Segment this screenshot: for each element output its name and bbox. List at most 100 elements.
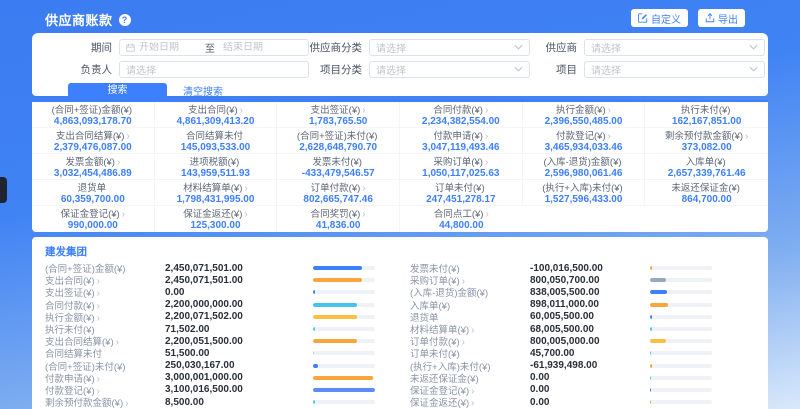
stat-value: 802,665,747.46: [277, 194, 399, 206]
stat-cell: 退货单 60,359,700.00: [32, 180, 155, 206]
stat-value: 2,628,648,790.70: [277, 142, 399, 154]
stat-cell[interactable]: 付款申请(¥)› 3,047,119,493.46: [400, 128, 523, 154]
sidebar-collapse-handle[interactable]: [0, 177, 7, 203]
metric-value: 2,200,071,502.00: [165, 311, 313, 322]
stat-label: 退货单: [32, 183, 154, 194]
stat-cell[interactable]: 合同付款(¥)› 2,234,382,554.00: [400, 102, 523, 128]
metric-value: 8,500.00: [165, 397, 313, 408]
stat-value: 3,047,119,493.46: [400, 142, 522, 154]
group-name-link[interactable]: 建发集团: [45, 244, 87, 258]
chevron-right-icon: ›: [122, 209, 125, 220]
chevron-right-icon: ›: [362, 183, 365, 194]
metric-value: 800,005,000.00: [530, 336, 650, 347]
stat-value: 2,396,550,485.00: [523, 116, 645, 128]
metric-bar: [313, 290, 375, 294]
chevron-right-icon: ›: [485, 105, 488, 116]
stat-label: 订单付款(¥)›: [277, 183, 399, 194]
stat-cell[interactable]: 合同奖罚(¥)› 41,836.00: [277, 206, 400, 232]
stat-label: 保证金返还(¥)›: [155, 209, 277, 220]
metric-bar: [650, 303, 712, 307]
chevron-right-icon: ›: [608, 131, 611, 142]
stat-label: 发票金额(¥)›: [32, 157, 154, 168]
chevron-down-icon: [514, 44, 523, 50]
metric-bar: [313, 400, 375, 404]
chevron-right-icon: ›: [485, 131, 488, 142]
edit-icon: [638, 13, 648, 23]
project-category-label: 项目分类: [309, 62, 369, 77]
stat-cell: 合同结算未付 145,093,533.00: [155, 128, 278, 154]
metric-value: 51,500.00: [165, 348, 313, 359]
chevron-right-icon: ›: [362, 105, 365, 116]
chevron-right-icon: ›: [485, 209, 488, 220]
stat-cell[interactable]: 执行金额(¥)› 2,396,550,485.00: [523, 102, 646, 128]
stat-cell: (入库-退货)金额(¥) 2,596,980,061.46: [523, 154, 646, 180]
stat-cell[interactable]: 支出合同结算(¥)› 2,379,476,087.00: [32, 128, 155, 154]
customize-button[interactable]: 自定义: [631, 9, 688, 27]
metric-value: 3,000,001,000.00: [165, 372, 313, 383]
date-separator: 至: [205, 40, 215, 55]
filter-panel: 期间 至 供应商分类 请选择 供应商 请选择 负责人: [32, 33, 768, 96]
metric-value: 2,200,051,500.00: [165, 336, 313, 347]
project-category-select[interactable]: 请选择: [369, 61, 530, 78]
stat-label: 剩余预付款金额(¥)›: [645, 131, 768, 142]
stat-cell[interactable]: 保证金登记(¥)› 990,000.00: [32, 206, 155, 232]
metric-bar: [313, 339, 375, 343]
project-label: 项目: [530, 62, 584, 77]
supplier-category-select[interactable]: 请选择: [369, 39, 530, 56]
stat-value: 125,300.00: [155, 220, 277, 232]
search-button[interactable]: 搜索: [68, 83, 167, 98]
stat-cell[interactable]: 发票金额(¥)› 3,032,454,486.89: [32, 154, 155, 180]
project-select[interactable]: 请选择: [584, 61, 765, 78]
metric-bar: [650, 339, 712, 343]
metric-bar: [650, 388, 712, 392]
date-range-field[interactable]: 至: [119, 39, 309, 56]
stat-cell: 订单未付(¥) 247,451,278.17: [400, 180, 523, 206]
stat-cell[interactable]: 支出签证(¥)› 1,783,765.50: [277, 102, 400, 128]
supplier-category-label: 供应商分类: [309, 40, 369, 55]
stat-cell: 进项税额(¥) 143,959,511.93: [155, 154, 278, 180]
stat-value: 373,082.00: [645, 142, 768, 154]
metric-bar: [313, 388, 375, 392]
stat-cell[interactable]: 材料结算单(¥)› 1,798,431,995.00: [155, 180, 278, 206]
stat-cell[interactable]: 付款登记(¥)› 3,465,934,033.46: [523, 128, 646, 154]
manager-label: 负责人: [32, 62, 119, 77]
metric-value: 0.00: [530, 372, 650, 383]
manager-select[interactable]: 请选择: [119, 61, 309, 78]
end-date-input[interactable]: [223, 42, 281, 53]
metric-bar: [650, 278, 712, 282]
metric-value: 60,005,500.00: [530, 311, 650, 322]
stat-label: (执行+入库)未付(¥): [523, 183, 645, 194]
stat-value: 2,596,980,061.46: [523, 168, 645, 180]
stat-cell: (合同+签证)金额(¥) 4,863,093,178.70: [32, 102, 155, 128]
stat-cell[interactable]: 支出合同(¥)› 4,861,309,413.20: [155, 102, 278, 128]
stat-label: 合同付款(¥)›: [400, 105, 522, 116]
metric-bar: [650, 290, 712, 294]
page-title: 供应商账款: [45, 10, 113, 29]
stat-cell[interactable]: 剩余预付款金额(¥)› 373,082.00: [645, 128, 768, 154]
period-label: 期间: [32, 40, 119, 55]
stat-value: 1,798,431,995.00: [155, 194, 277, 206]
help-icon[interactable]: ?: [119, 14, 131, 26]
start-date-input[interactable]: [139, 42, 197, 53]
chevron-down-icon: [749, 44, 758, 50]
export-button[interactable]: 导出: [698, 9, 745, 27]
stat-value: 3,465,934,033.46: [523, 142, 645, 154]
stat-value: 1,783,765.50: [277, 116, 399, 128]
stat-value: 2,379,476,087.00: [32, 142, 154, 154]
stat-label: 材料结算单(¥)›: [155, 183, 277, 194]
stat-cell[interactable]: 采购订单(¥)› 1,050,117,025.63: [400, 154, 523, 180]
metric-value: 838,005,500.00: [530, 287, 650, 298]
metric-bar: [313, 327, 375, 331]
supplier-select[interactable]: 请选择: [584, 39, 765, 56]
chevron-right-icon: ›: [244, 183, 247, 194]
metric-bar: [313, 315, 375, 319]
metric-bar: [313, 266, 375, 270]
stat-cell[interactable]: 订单付款(¥)› 802,665,747.46: [277, 180, 400, 206]
clear-search-button[interactable]: 清空搜索: [183, 83, 223, 98]
stat-cell[interactable]: 保证金返还(¥)› 125,300.00: [155, 206, 278, 232]
stat-label: 订单未付(¥): [400, 183, 522, 194]
stat-label: (入库-退货)金额(¥): [523, 157, 645, 168]
metric-value: 71,502.00: [165, 324, 313, 335]
stat-cell[interactable]: 合同点工(¥)› 44,800.00: [400, 206, 523, 232]
metric-value: 0.00: [530, 397, 650, 408]
